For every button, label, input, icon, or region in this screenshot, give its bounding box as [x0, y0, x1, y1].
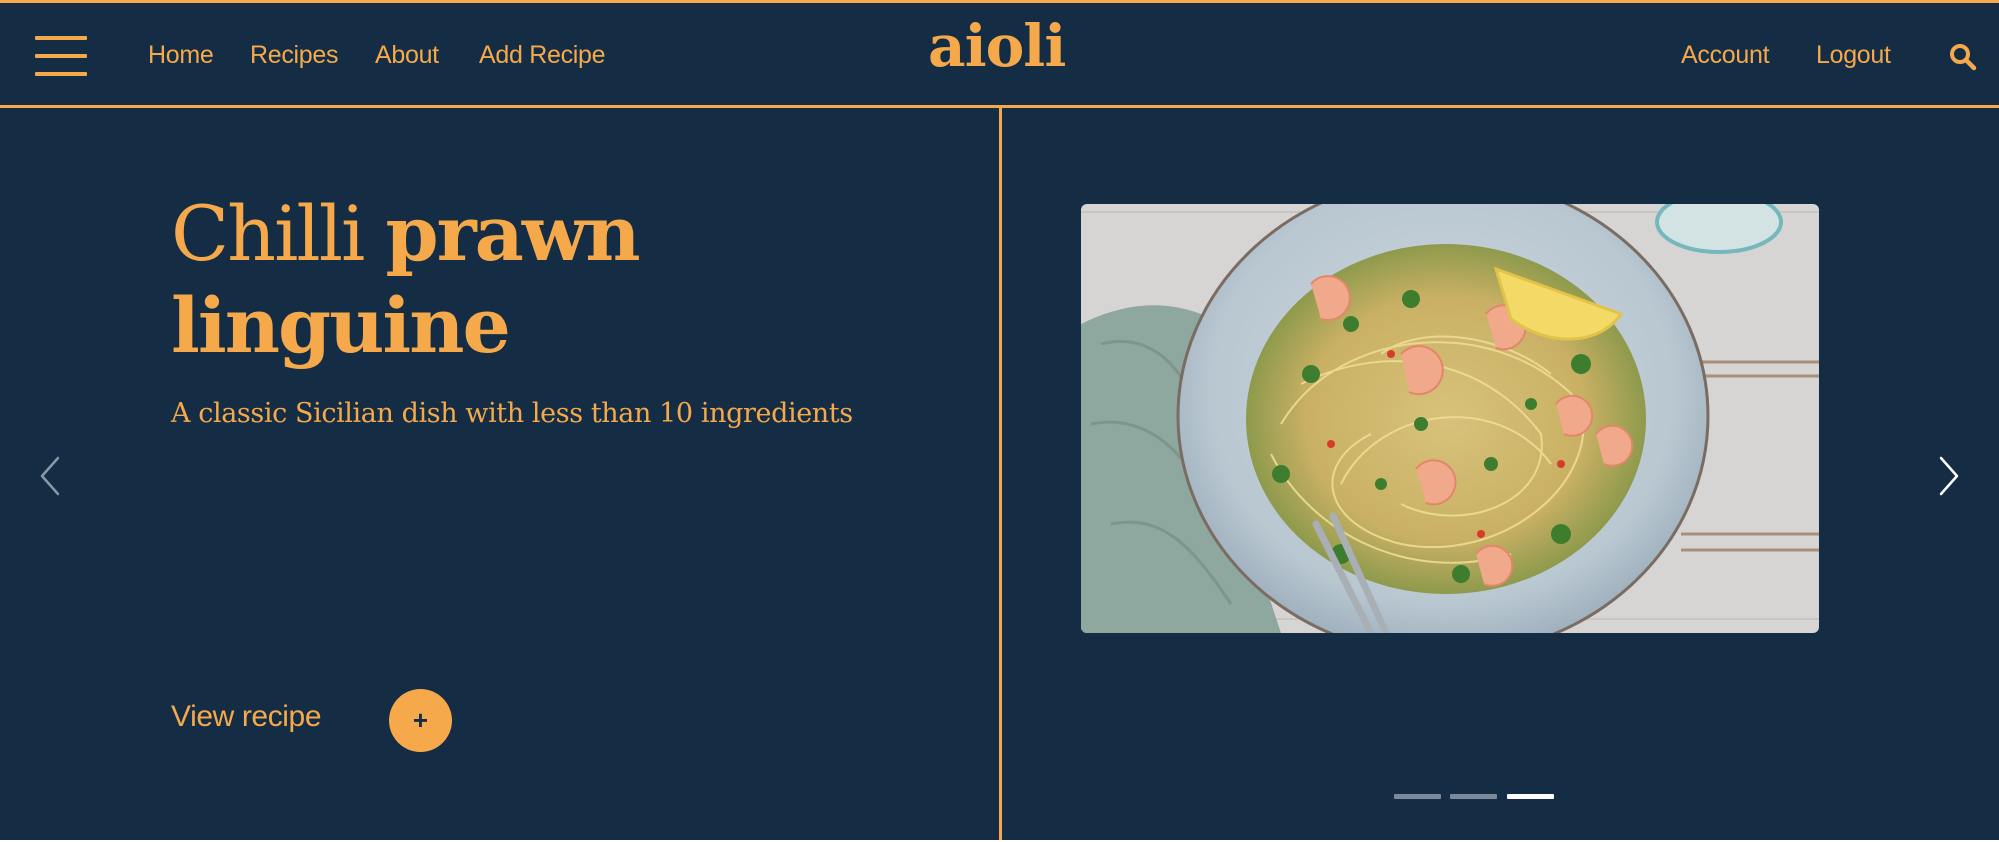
page: Home Recipes About Add Recipe aioli Acco…: [0, 0, 1999, 840]
carousel-dot-2[interactable]: [1450, 794, 1497, 799]
hero-subtitle: A classic Sicilian dish with less than 1…: [171, 398, 853, 429]
hero-title-light: Chilli: [171, 189, 365, 278]
nav-logout-link[interactable]: Logout: [1816, 41, 1891, 70]
search-icon[interactable]: [1948, 42, 1978, 72]
nav-add-recipe-link[interactable]: Add Recipe: [479, 41, 606, 70]
chevron-right-icon[interactable]: [1933, 452, 1963, 500]
site-logo[interactable]: aioli: [928, 12, 1066, 80]
hamburger-menu-icon[interactable]: [35, 36, 87, 76]
site-header: Home Recipes About Add Recipe aioli Acco…: [0, 0, 1999, 108]
view-recipe-plus-button[interactable]: +: [389, 689, 452, 752]
carousel-dot-1[interactable]: [1394, 794, 1441, 799]
recipe-photo: [1081, 204, 1819, 633]
nav-account-link[interactable]: Account: [1681, 41, 1770, 70]
nav-home-link[interactable]: Home: [148, 41, 214, 70]
carousel-dot-3-active[interactable]: [1507, 794, 1554, 799]
vertical-divider: [999, 108, 1002, 840]
nav-recipes-link[interactable]: Recipes: [250, 41, 339, 70]
hero-title: Chilli prawn linguine: [171, 188, 971, 372]
chevron-left-icon[interactable]: [36, 452, 66, 500]
view-recipe-link[interactable]: View recipe: [171, 700, 322, 734]
nav-about-link[interactable]: About: [375, 41, 439, 70]
